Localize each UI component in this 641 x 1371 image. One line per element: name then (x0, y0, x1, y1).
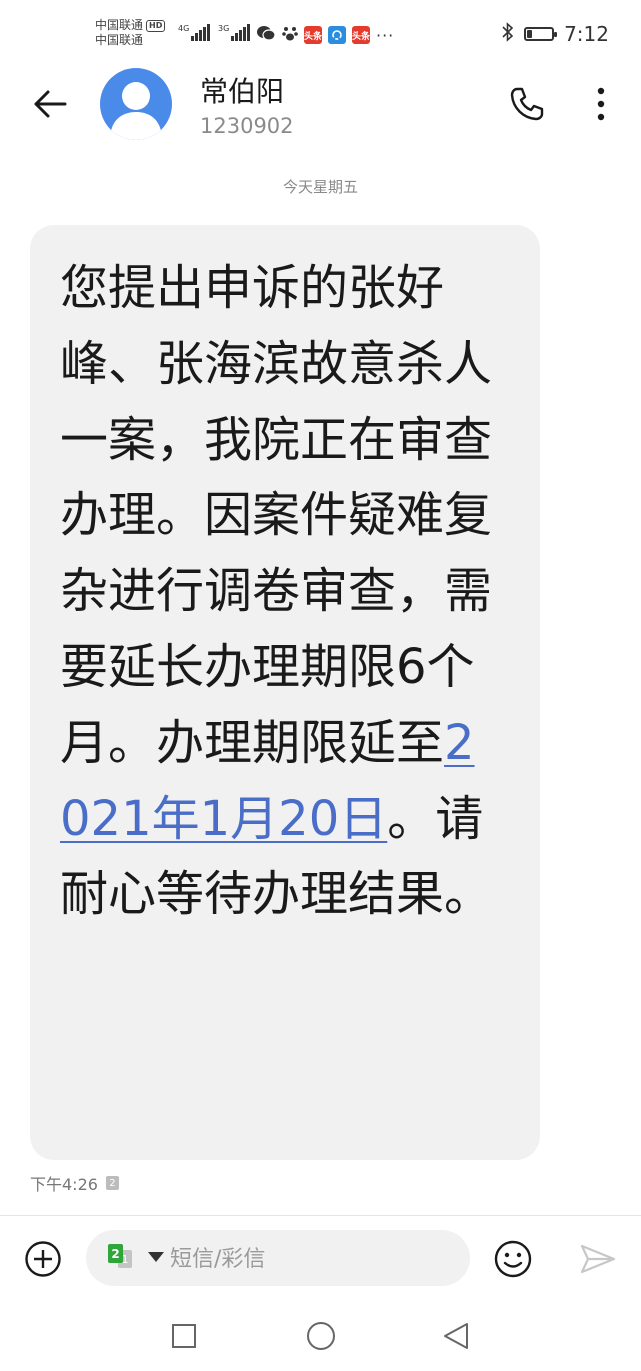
triangle-back-icon (444, 1323, 468, 1349)
bluetooth-icon (502, 22, 514, 46)
carrier-2-label: 中国联通 (95, 33, 144, 47)
hd-badge: HD (146, 19, 166, 32)
message-input[interactable] (170, 1244, 450, 1274)
message-text-before: 您提出申诉的张好峰、张海滨故意杀人一案，我院正在审查办理。因案件疑难复杂进行调卷… (60, 260, 493, 771)
message-time: 下午4:26 (30, 1175, 98, 1194)
back-button[interactable] (30, 84, 70, 124)
more-notifications-icon: ··· (376, 25, 395, 45)
contact-number: 1230902 (200, 114, 294, 138)
arrow-left-icon (34, 90, 67, 118)
square-icon (172, 1324, 196, 1348)
system-back-button[interactable] (440, 1320, 472, 1352)
message-timestamp: 下午4:26 2 (30, 1171, 119, 1195)
plus-circle-icon (25, 1241, 61, 1277)
more-options-button[interactable] (585, 82, 617, 126)
call-button[interactable] (505, 82, 549, 126)
status-right: 7:12 (502, 22, 609, 46)
toutiao-icon: 头条 (352, 26, 370, 44)
baidu-paw-icon (282, 24, 298, 46)
toutiao-icon: 头条 (304, 26, 322, 44)
signal-1-icon: 4G (178, 24, 211, 41)
home-button[interactable] (305, 1320, 337, 1352)
network-2-label: 3G (218, 24, 230, 33)
message-text: 您提出申诉的张好峰、张海滨故意杀人一案，我院正在审查办理。因案件疑难复杂进行调卷… (60, 251, 500, 933)
carrier-1-label: 中国联通 (95, 18, 144, 32)
compose-field[interactable]: 1 2 (86, 1230, 470, 1286)
circle-icon (307, 1322, 335, 1350)
chevron-down-icon[interactable] (148, 1252, 164, 1262)
contact-avatar[interactable] (100, 68, 172, 140)
date-separator: 今天星期五 (282, 178, 358, 196)
sim-selector[interactable]: 1 2 (108, 1244, 146, 1274)
emoji-button[interactable] (492, 1238, 534, 1280)
send-icon (580, 1244, 616, 1274)
message-bubble[interactable]: 您提出申诉的张好峰、张海滨故意杀人一案，我院正在审查办理。因案件疑难复杂进行调卷… (30, 225, 540, 1160)
person-icon (110, 82, 162, 140)
more-vertical-icon (597, 87, 605, 121)
wechat-icon (256, 24, 276, 46)
sim-card-icon: 2 (105, 1176, 119, 1190)
notification-icons: 头条 头条 ··· (256, 24, 394, 46)
send-button[interactable] (578, 1240, 618, 1278)
carrier-info: 中国联通 HD 中国联通 (95, 18, 166, 48)
conversation-header: 常伯阳 1230902 (0, 66, 641, 146)
phone-icon (510, 87, 544, 121)
smiley-icon (494, 1240, 532, 1278)
recent-apps-button[interactable] (170, 1322, 198, 1350)
network-1-label: 4G (178, 24, 190, 33)
add-attachment-button[interactable] (24, 1240, 62, 1278)
signal-2-icon: 3G (218, 24, 251, 41)
sync-app-icon (328, 26, 346, 44)
contact-name: 常伯阳 (200, 75, 285, 108)
compose-divider (0, 1215, 641, 1216)
battery-icon (524, 27, 558, 41)
status-bar: 中国联通 HD 中国联通 4G 3G 头条 头条 ··· 7:12 (0, 0, 641, 66)
status-time: 7:12 (564, 22, 609, 46)
sim-2-icon: 2 (108, 1244, 123, 1263)
